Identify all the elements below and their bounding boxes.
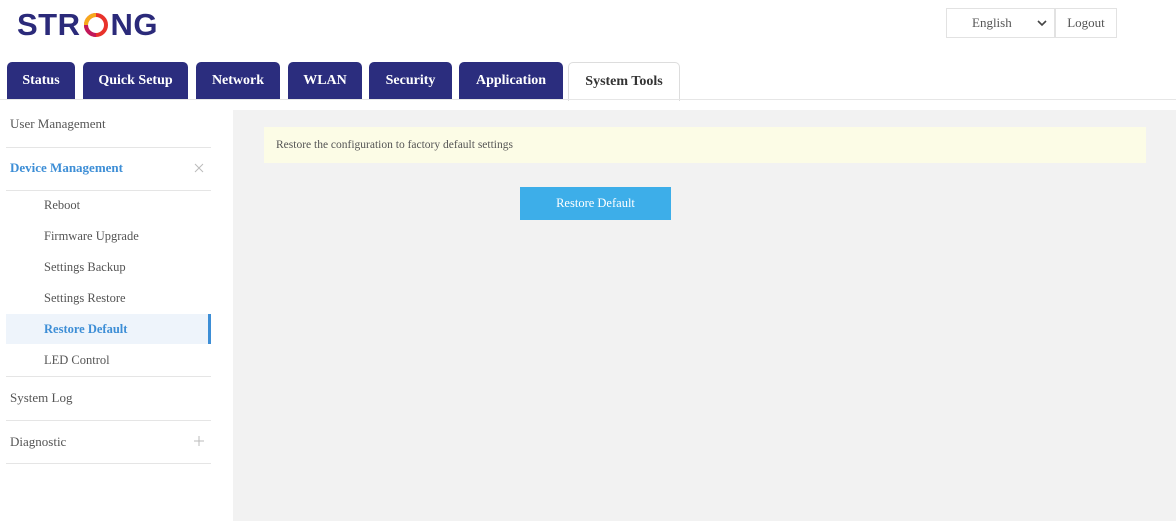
main-content: Restore the configuration to factory def… [233, 110, 1176, 521]
chevron-down-icon [1037, 20, 1047, 27]
sidebar-subitem-label: Firmware Upgrade [44, 228, 139, 243]
sidebar-subitem-label: Settings Restore [44, 290, 126, 305]
notice-text: Restore the configuration to factory def… [276, 139, 513, 151]
sidebar-item-diagnostic[interactable]: Diagnostic [0, 434, 211, 454]
sidebar-divider [6, 420, 211, 421]
sidebar-subitem-reboot[interactable]: Reboot [6, 190, 211, 220]
sidebar-divider [6, 147, 211, 148]
tab-system-tools[interactable]: System Tools [568, 62, 680, 101]
restore-default-button[interactable]: Restore Default [520, 187, 671, 220]
tab-status[interactable]: Status [7, 62, 75, 100]
sidebar-subitem-label: Settings Backup [44, 259, 126, 274]
collapse-x-icon[interactable] [194, 163, 204, 173]
tab-security[interactable]: Security [369, 62, 452, 100]
sidebar-subitem-label: Reboot [44, 197, 81, 212]
logo-text-left: STR [17, 7, 81, 42]
logo-o-icon [82, 12, 110, 38]
sidebar-subitem-led-control[interactable]: LED Control [6, 345, 211, 375]
notice-banner: Restore the configuration to factory def… [264, 127, 1146, 163]
sidebar-subitem-settings-restore[interactable]: Settings Restore [6, 283, 211, 313]
tab-wlan[interactable]: WLAN [288, 62, 362, 100]
sidebar-item-label: User Management [10, 116, 106, 131]
sidebar-item-label: Device Management [10, 160, 123, 175]
logo-text-right: NG [110, 7, 158, 42]
sidebar-item-device-management[interactable]: Device Management [0, 160, 211, 180]
sidebar-item-system-log[interactable]: System Log [0, 390, 211, 410]
expand-plus-icon[interactable] [194, 436, 204, 446]
sidebar-subitem-label: Restore Default [44, 321, 128, 336]
sidebar-item-label: System Log [10, 390, 73, 405]
strong-logo: STR NG [17, 7, 158, 43]
language-value: English [972, 15, 1012, 30]
sidebar-subitem-settings-backup[interactable]: Settings Backup [6, 252, 211, 282]
tab-divider [0, 99, 1176, 100]
sidebar-subitem-label: LED Control [44, 352, 110, 367]
sidebar-item-label: Diagnostic [10, 434, 67, 449]
tab-application[interactable]: Application [459, 62, 563, 100]
tab-quick-setup[interactable]: Quick Setup [83, 62, 188, 100]
sidebar-subitem-firmware-upgrade[interactable]: Firmware Upgrade [6, 221, 211, 251]
sidebar-item-user-management[interactable]: User Management [0, 116, 211, 136]
logout-button[interactable]: Logout [1055, 8, 1117, 38]
sidebar-subitem-restore-default[interactable]: Restore Default [6, 314, 211, 344]
sidebar: User Management Device Management Reboot… [0, 104, 215, 521]
sidebar-divider [6, 376, 211, 377]
tab-network[interactable]: Network [196, 62, 280, 100]
sidebar-divider [6, 463, 211, 464]
language-select[interactable]: English [946, 8, 1055, 38]
